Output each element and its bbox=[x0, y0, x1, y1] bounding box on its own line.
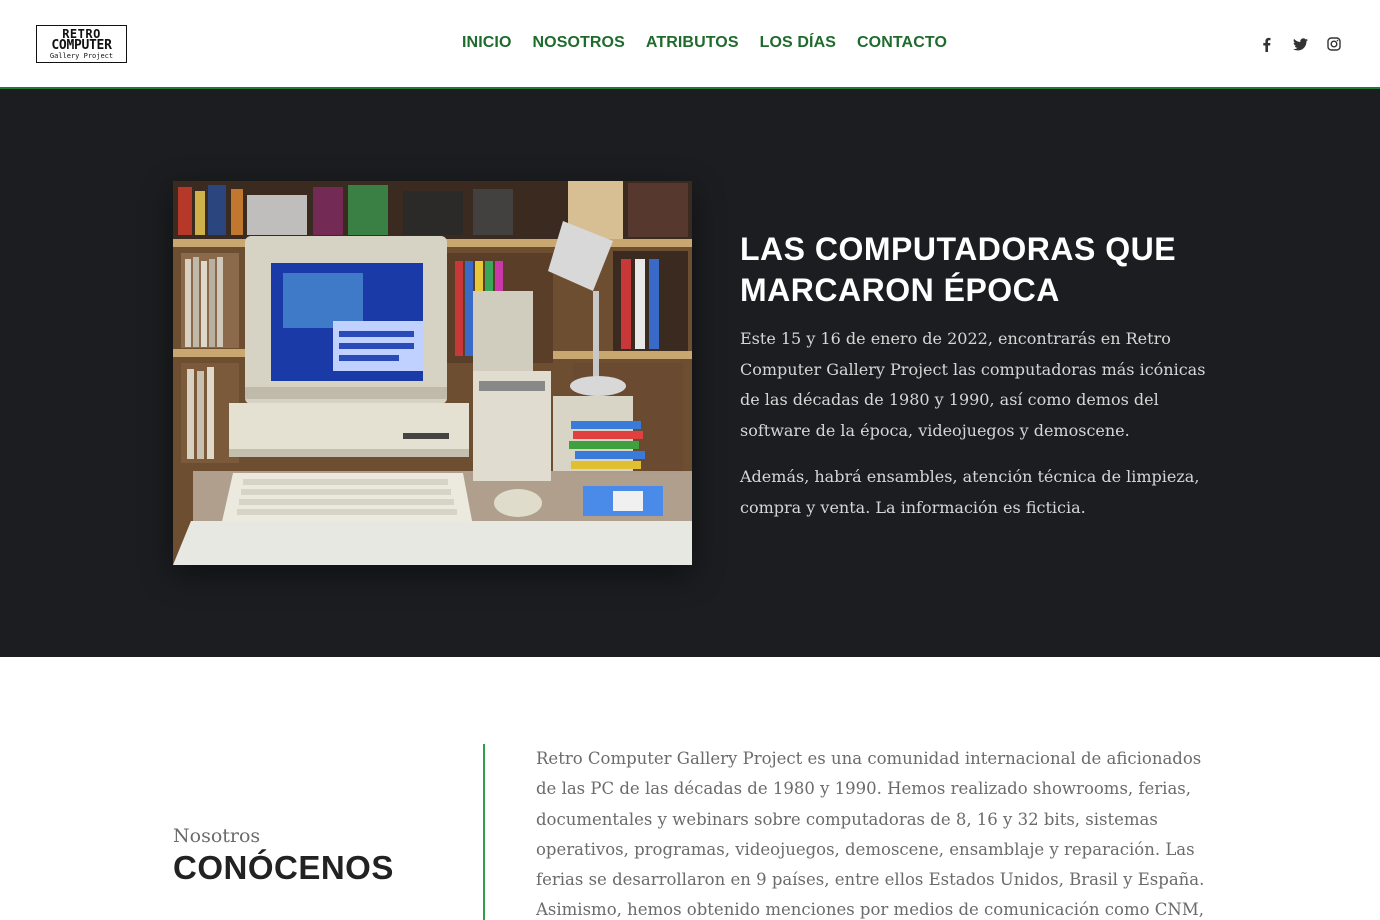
site-logo[interactable]: RETRO COMPUTER Gallery Project bbox=[36, 25, 127, 63]
hero-paragraph-1: Este 15 y 16 de enero de 2022, encontrar… bbox=[740, 329, 1206, 440]
logo-line-3: Gallery Project bbox=[49, 52, 114, 60]
hero-section: LAS COMPUTADORAS QUE MARCARON ÉPOCA Este… bbox=[0, 89, 1380, 657]
site-header: RETRO COMPUTER Gallery Project INICIO NO… bbox=[0, 0, 1380, 89]
nav-nosotros[interactable]: NOSOTROS bbox=[533, 34, 625, 52]
about-text: Retro Computer Gallery Project es una co… bbox=[536, 749, 1205, 920]
about-kicker: Nosotros bbox=[173, 825, 261, 847]
twitter-icon[interactable] bbox=[1292, 35, 1308, 53]
nav-atributos[interactable]: ATRIBUTOS bbox=[646, 34, 739, 52]
retro-computer-illustration bbox=[173, 181, 692, 565]
logo-line-2: COMPUTER bbox=[51, 38, 112, 53]
main-nav: INICIO NOSOTROS ATRIBUTOS LOS DÍAS CONTA… bbox=[462, 34, 947, 52]
social-links bbox=[1258, 35, 1342, 53]
facebook-icon[interactable] bbox=[1258, 35, 1274, 53]
hero-title: LAS COMPUTADORAS QUE MARCARON ÉPOCA bbox=[740, 231, 1177, 308]
nav-contacto[interactable]: CONTACTO bbox=[857, 34, 947, 52]
hero-paragraph-2: Además, habrá ensambles, atención técnic… bbox=[740, 467, 1200, 517]
nav-inicio[interactable]: INICIO bbox=[462, 34, 512, 52]
hero-photo bbox=[173, 181, 692, 565]
about-title: CONÓCENOS bbox=[173, 849, 394, 886]
about-divider bbox=[483, 744, 485, 920]
nav-los-dias[interactable]: LOS DÍAS bbox=[760, 34, 836, 52]
instagram-icon[interactable] bbox=[1326, 35, 1342, 53]
